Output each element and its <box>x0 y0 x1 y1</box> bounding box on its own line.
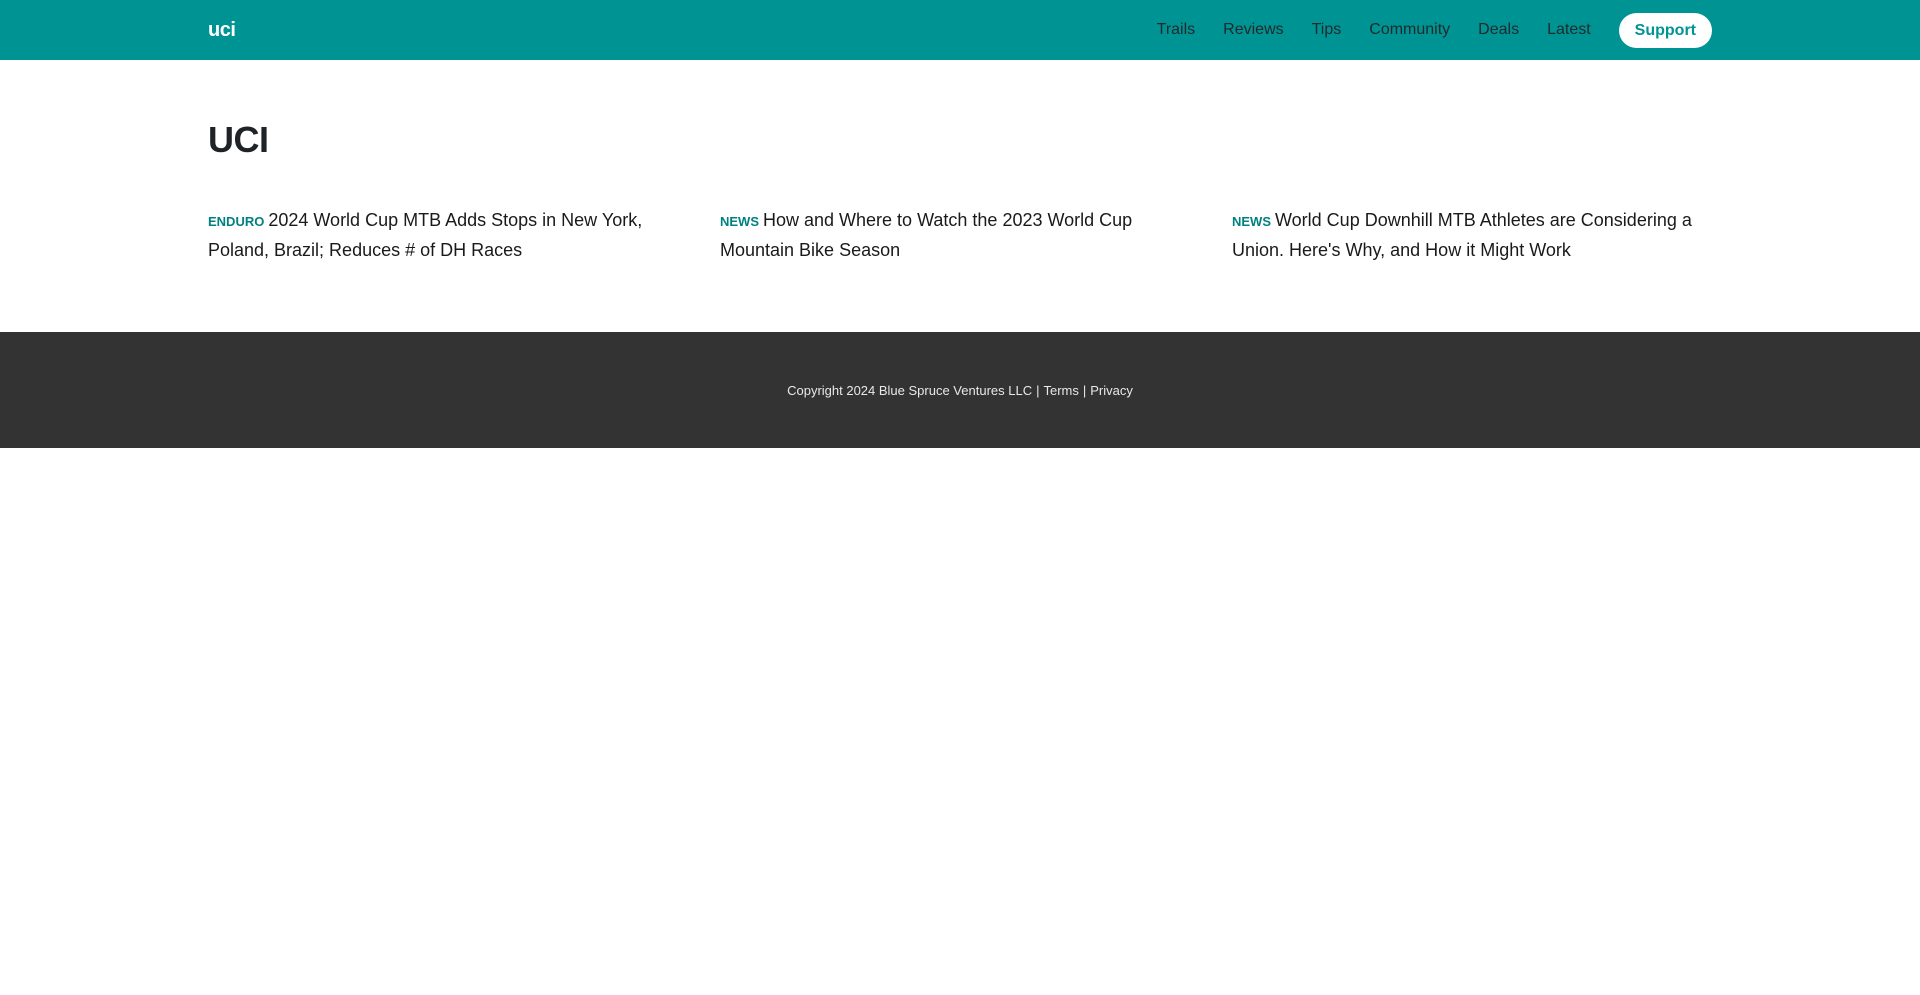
site-footer: Copyright 2024 Blue Spruce Ventures LLC … <box>0 332 1920 448</box>
site-logo[interactable]: uci <box>208 19 236 42</box>
article-item: ENDURO 2024 World Cup MTB Adds Stops in N… <box>208 206 688 264</box>
terms-link[interactable]: Terms <box>1043 383 1078 398</box>
footer-separator: | <box>1036 382 1040 398</box>
nav-item-community[interactable]: Community <box>1369 21 1450 39</box>
privacy-link[interactable]: Privacy <box>1090 383 1133 398</box>
copyright-text: Copyright 2024 Blue Spruce Ventures LLC <box>787 382 1033 398</box>
article-item: NEWS How and Where to Watch the 2023 Worl… <box>720 206 1200 264</box>
footer-separator: | <box>1082 382 1087 398</box>
article-category-tag[interactable]: NEWS <box>1232 214 1271 229</box>
main-nav: Trails Reviews Tips Community Deals Late… <box>1129 12 1712 48</box>
support-button[interactable]: Support <box>1618 12 1712 48</box>
article-category-tag[interactable]: NEWS <box>720 214 759 229</box>
article-title-link[interactable]: World Cup Downhill MTB Athletes are Cons… <box>1232 210 1692 260</box>
nav-item-trails[interactable]: Trails <box>1157 21 1196 39</box>
article-title-link[interactable]: 2024 World Cup MTB Adds Stops in New Yor… <box>208 210 642 260</box>
main-content: UCI ENDURO 2024 World Cup MTB Adds Stops … <box>208 60 1712 332</box>
site-header: uci Trails Reviews Tips Community Deals … <box>0 0 1920 60</box>
article-list: ENDURO 2024 World Cup MTB Adds Stops in N… <box>208 206 1712 264</box>
nav-item-deals[interactable]: Deals <box>1478 21 1519 39</box>
header-inner: uci Trails Reviews Tips Community Deals … <box>208 0 1712 60</box>
article-category-tag[interactable]: ENDURO <box>208 214 264 229</box>
nav-item-tips[interactable]: Tips <box>1312 21 1342 39</box>
nav-item-reviews[interactable]: Reviews <box>1223 21 1283 39</box>
page-title: UCI <box>208 119 269 160</box>
article-title-link[interactable]: How and Where to Watch the 2023 World Cu… <box>720 210 1132 260</box>
nav-item-latest[interactable]: Latest <box>1547 21 1591 39</box>
article-item: NEWS World Cup Downhill MTB Athletes are … <box>1232 206 1712 264</box>
